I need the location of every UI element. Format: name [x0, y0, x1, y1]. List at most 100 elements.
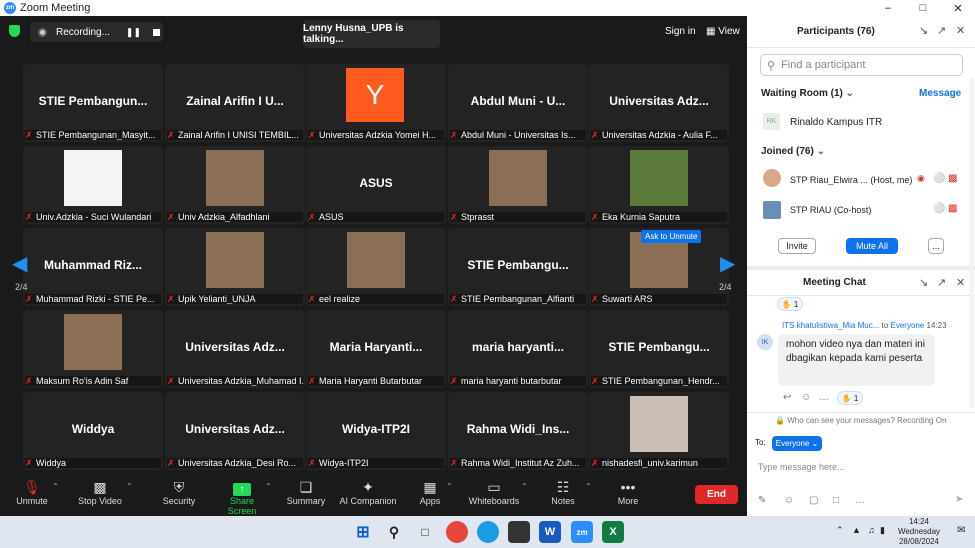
- video-tile[interactable]: Widya-ITP2I ✗ Widya-ITP2I: [306, 392, 446, 470]
- send-icon[interactable]: ➤: [955, 494, 963, 505]
- whiteboards-chevron-icon[interactable]: ⌃: [521, 482, 528, 491]
- video-tile[interactable]: Universitas Adz... ✗ Universitas Adzkia_Mu…: [165, 310, 305, 388]
- more-dots-icon[interactable]: …: [819, 392, 829, 403]
- video-tile[interactable]: STIE Pembangu... ✗ STIE Pembangunan_Alfian…: [448, 228, 588, 306]
- video-tile[interactable]: ASUS ✗ ASUS: [306, 146, 446, 224]
- unmute-button[interactable]: 🎙 Unmute: [14, 478, 50, 506]
- encryption-shield-icon[interactable]: [9, 25, 20, 37]
- video-tile[interactable]: ✗ Univ.Adzkia - Suci Wulandari: [23, 146, 163, 224]
- close-panel-icon[interactable]: ✕: [956, 24, 965, 37]
- scrollbar[interactable]: [969, 78, 974, 408]
- close-chat-icon[interactable]: ✕: [956, 276, 965, 289]
- video-tile[interactable]: Zainal Arifin I U... ✗ Zainal Arifin I UNI…: [165, 64, 305, 142]
- minimize-icon[interactable]: –: [873, 0, 903, 16]
- chrome-icon[interactable]: [446, 521, 468, 543]
- capcut-icon[interactable]: [508, 521, 530, 543]
- notes-button[interactable]: ☷ Notes: [548, 478, 578, 506]
- mute-all-button[interactable]: Mute All: [846, 238, 898, 254]
- zoom-icon[interactable]: zm: [571, 521, 593, 543]
- video-tile[interactable]: STIE Pembangun... ✗ STIE Pembangunan_Masyi…: [23, 64, 163, 142]
- sign-in-link[interactable]: Sign in: [665, 26, 696, 37]
- popout-chat-icon[interactable]: ↗: [937, 276, 946, 289]
- whiteboards-button[interactable]: ▭ Whiteboards: [467, 478, 521, 506]
- chat-input[interactable]: Type message here...: [758, 462, 845, 472]
- message-waiting-room-link[interactable]: Message: [919, 88, 961, 99]
- video-off-icon[interactable]: ▩: [948, 173, 957, 184]
- video-tile[interactable]: Y ✗ Universitas Adzkia Yomei H...: [306, 64, 446, 142]
- word-icon[interactable]: W: [539, 521, 561, 543]
- video-options-chevron-icon[interactable]: ⌃: [126, 482, 133, 491]
- file-explorer-icon[interactable]: □: [414, 521, 436, 543]
- video-tile[interactable]: Rahma Widi_Ins... ✗ Rahma Widi_Institut Az…: [448, 392, 588, 470]
- invite-button[interactable]: Invite: [778, 238, 816, 254]
- video-tile[interactable]: maria haryanti... ✗ maria haryanti butarbu…: [448, 310, 588, 388]
- maximize-icon[interactable]: □: [908, 0, 938, 16]
- close-icon[interactable]: ✕: [943, 0, 973, 16]
- reaction-badge[interactable]: ✋ 1: [837, 391, 863, 405]
- ask-to-unmute-tooltip[interactable]: Ask to Unmute: [641, 230, 702, 243]
- video-tile[interactable]: Abdul Muni - U... ✗ Abdul Muni - Universit…: [448, 64, 588, 142]
- video-off-icon[interactable]: ▩: [948, 203, 957, 214]
- video-tile[interactable]: Universitas Adz... ✗ Universitas Adzkia - …: [589, 64, 729, 142]
- more-dots-icon[interactable]: …: [855, 495, 865, 506]
- reaction-badge[interactable]: ✋ 1: [777, 297, 803, 311]
- muted-mic-icon[interactable]: ⚪: [933, 173, 945, 184]
- collapse-chat-icon[interactable]: ↘: [919, 276, 928, 289]
- ai-companion-button[interactable]: ✦ AI Companion: [338, 478, 398, 506]
- video-tile[interactable]: ✗ Stprasst: [448, 146, 588, 224]
- taskbar-clock[interactable]: 14:24 Wednesday 28/08/2024: [893, 517, 945, 547]
- waiting-room-heading[interactable]: Waiting Room (1) ⌄: [761, 88, 854, 99]
- windows-start-icon[interactable]: ⊞: [352, 521, 374, 543]
- video-tile[interactable]: ✗ Suwarti ARS Ask to Unmute: [589, 228, 729, 306]
- notes-chevron-icon[interactable]: ⌃: [585, 482, 592, 491]
- video-tile[interactable]: ✗ Upik Yelianti_UNJA: [165, 228, 305, 306]
- recipient-select[interactable]: Everyone ⌄: [772, 436, 822, 451]
- add-reaction-icon[interactable]: ☺: [801, 392, 811, 403]
- emoji-icon[interactable]: ☺: [784, 495, 794, 506]
- notification-bell-icon[interactable]: ✉: [957, 525, 965, 536]
- video-tile[interactable]: ✗ Univ Adzkia_Alfadhlani: [165, 146, 305, 224]
- apps-button[interactable]: ▦ Apps: [416, 478, 444, 506]
- volume-icon[interactable]: ♫: [868, 525, 875, 535]
- more-options-button[interactable]: ...: [928, 238, 944, 254]
- audio-options-chevron-icon[interactable]: ⌃: [52, 482, 59, 491]
- video-tile[interactable]: Widdya ✗ Widdya: [23, 392, 163, 470]
- joined-heading[interactable]: Joined (76) ⌄: [761, 146, 825, 157]
- security-button[interactable]: ⛨ Security: [160, 478, 198, 506]
- search-icon[interactable]: ⚲: [383, 521, 405, 543]
- screenshot-icon[interactable]: □: [833, 495, 839, 506]
- share-screen-button[interactable]: ↑ Share Screen: [215, 478, 269, 516]
- share-options-chevron-icon[interactable]: ⌃: [265, 482, 272, 491]
- privacy-notice[interactable]: 🔒 Who can see your messages? Recording O…: [775, 416, 946, 425]
- reply-icon[interactable]: ↩: [783, 392, 791, 403]
- more-button[interactable]: ••• More: [614, 478, 642, 506]
- video-tile[interactable]: Muhammad Riz... ✗ Muhammad Rizki - STIE Pe…: [23, 228, 163, 306]
- summary-button[interactable]: ❑ Summary: [286, 478, 326, 506]
- collapse-icon[interactable]: ↘: [919, 24, 928, 37]
- video-tile[interactable]: Maria Haryanti... ✗ Maria Haryanti Butarbu…: [306, 310, 446, 388]
- popout-icon[interactable]: ↗: [937, 24, 946, 37]
- end-meeting-button[interactable]: End: [695, 485, 738, 504]
- next-page-icon[interactable]: ▶: [720, 254, 735, 274]
- video-tile[interactable]: ✗ Maksum Ro'is Adin Saf: [23, 310, 163, 388]
- video-tile[interactable]: STIE Pembangu... ✗ STIE Pembangunan_Hendr.…: [589, 310, 729, 388]
- video-tile[interactable]: ✗ Eka Kurnia Saputra: [589, 146, 729, 224]
- video-tile[interactable]: ✗ eel realize: [306, 228, 446, 306]
- file-icon[interactable]: ▢: [809, 495, 818, 506]
- pause-recording-icon[interactable]: ❚❚: [126, 27, 141, 38]
- previous-page-icon[interactable]: ◀: [12, 254, 27, 274]
- video-tile[interactable]: Universitas Adz... ✗ Universitas Adzkia_De…: [165, 392, 305, 470]
- format-text-icon[interactable]: ✎: [758, 495, 766, 506]
- view-button[interactable]: ▦ View: [706, 26, 740, 37]
- battery-icon[interactable]: ▮: [880, 525, 885, 536]
- video-tile[interactable]: ✗ nishadesfi_univ.karimun: [589, 392, 729, 470]
- tray-chevron-icon[interactable]: ⌃: [836, 525, 844, 536]
- stop-recording-icon[interactable]: [153, 28, 161, 36]
- participant-search-input[interactable]: ⚲ Find a participant: [760, 54, 963, 76]
- wifi-icon[interactable]: ▲: [852, 525, 861, 535]
- stop-video-button[interactable]: ▩ Stop Video: [74, 478, 126, 506]
- edge-icon[interactable]: [477, 521, 499, 543]
- muted-mic-icon[interactable]: ⚪: [933, 203, 945, 214]
- apps-chevron-icon[interactable]: ⌃: [446, 482, 453, 491]
- excel-icon[interactable]: X: [602, 521, 624, 543]
